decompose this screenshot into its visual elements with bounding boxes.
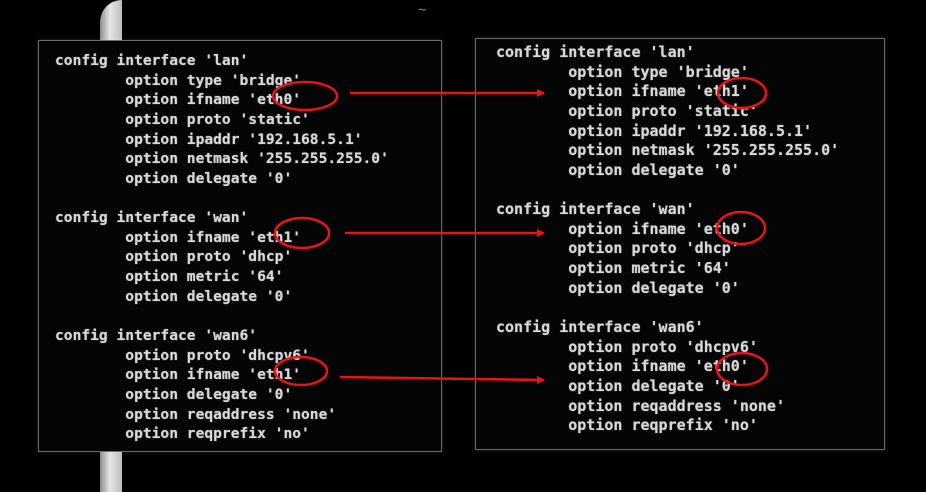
code-line: option reqaddress 'none' (55, 405, 337, 423)
code-line: option proto 'static' (55, 110, 310, 128)
code-line: option delegate '0' (55, 385, 293, 403)
code-line: option proto 'dhcp' (496, 239, 740, 258)
code-line: config interface 'lan' (55, 52, 249, 69)
code-line: option ifname 'eth1' (55, 366, 302, 384)
code-line: config interface 'wan6' (55, 326, 258, 344)
code-line: option type 'bridge' (496, 62, 749, 81)
code-line: option netmask '255.255.255.0' (55, 150, 389, 168)
code-line: option delegate '0' (496, 160, 740, 179)
code-line: option metric '64' (55, 268, 284, 286)
code-line: option proto 'static' (496, 101, 758, 120)
code-line: config interface 'wan6' (496, 317, 704, 336)
code-line: option delegate '0' (55, 169, 293, 187)
code-line: option ifname 'eth0' (496, 219, 749, 238)
code-line: option delegate '0' (496, 376, 740, 395)
code-line: option ifname 'eth0' (496, 357, 749, 376)
code-line: option reqprefix 'no' (496, 416, 758, 435)
code-line: option ipaddr '192.168.5.1' (55, 130, 363, 148)
config-before-panel: config interface 'lan' option type 'brid… (38, 40, 442, 452)
code-line: option ifname 'eth0' (55, 91, 302, 109)
code-line: option delegate '0' (55, 287, 293, 305)
code-line: option ifname 'eth1' (496, 82, 749, 101)
background-icon: ∼ (418, 2, 427, 18)
code-line: option metric '64' (496, 259, 731, 278)
config-after-text: config interface 'lan' option type 'brid… (496, 43, 839, 436)
code-line: config interface 'wan' (55, 209, 249, 227)
config-before-text: config interface 'lan' option type 'brid… (55, 51, 389, 444)
code-line: option proto 'dhcpv6' (55, 346, 310, 364)
code-line: option netmask '255.255.255.0' (496, 141, 840, 160)
code-line: option proto 'dhcp' (55, 248, 293, 266)
code-line: option reqaddress 'none' (496, 396, 785, 415)
code-line: config interface 'lan' (496, 43, 695, 61)
code-line: option reqprefix 'no' (55, 425, 310, 443)
code-line: option ifname 'eth1' (55, 228, 302, 246)
code-line: option ipaddr '192.168.5.1' (496, 121, 813, 140)
code-line: option proto 'dhcpv6' (496, 337, 758, 356)
code-line: option delegate '0' (496, 278, 740, 297)
config-after-panel: config interface 'lan' option type 'brid… (475, 38, 885, 450)
code-line: option type 'bridge' (55, 71, 302, 89)
code-line: config interface 'wan' (496, 200, 695, 219)
